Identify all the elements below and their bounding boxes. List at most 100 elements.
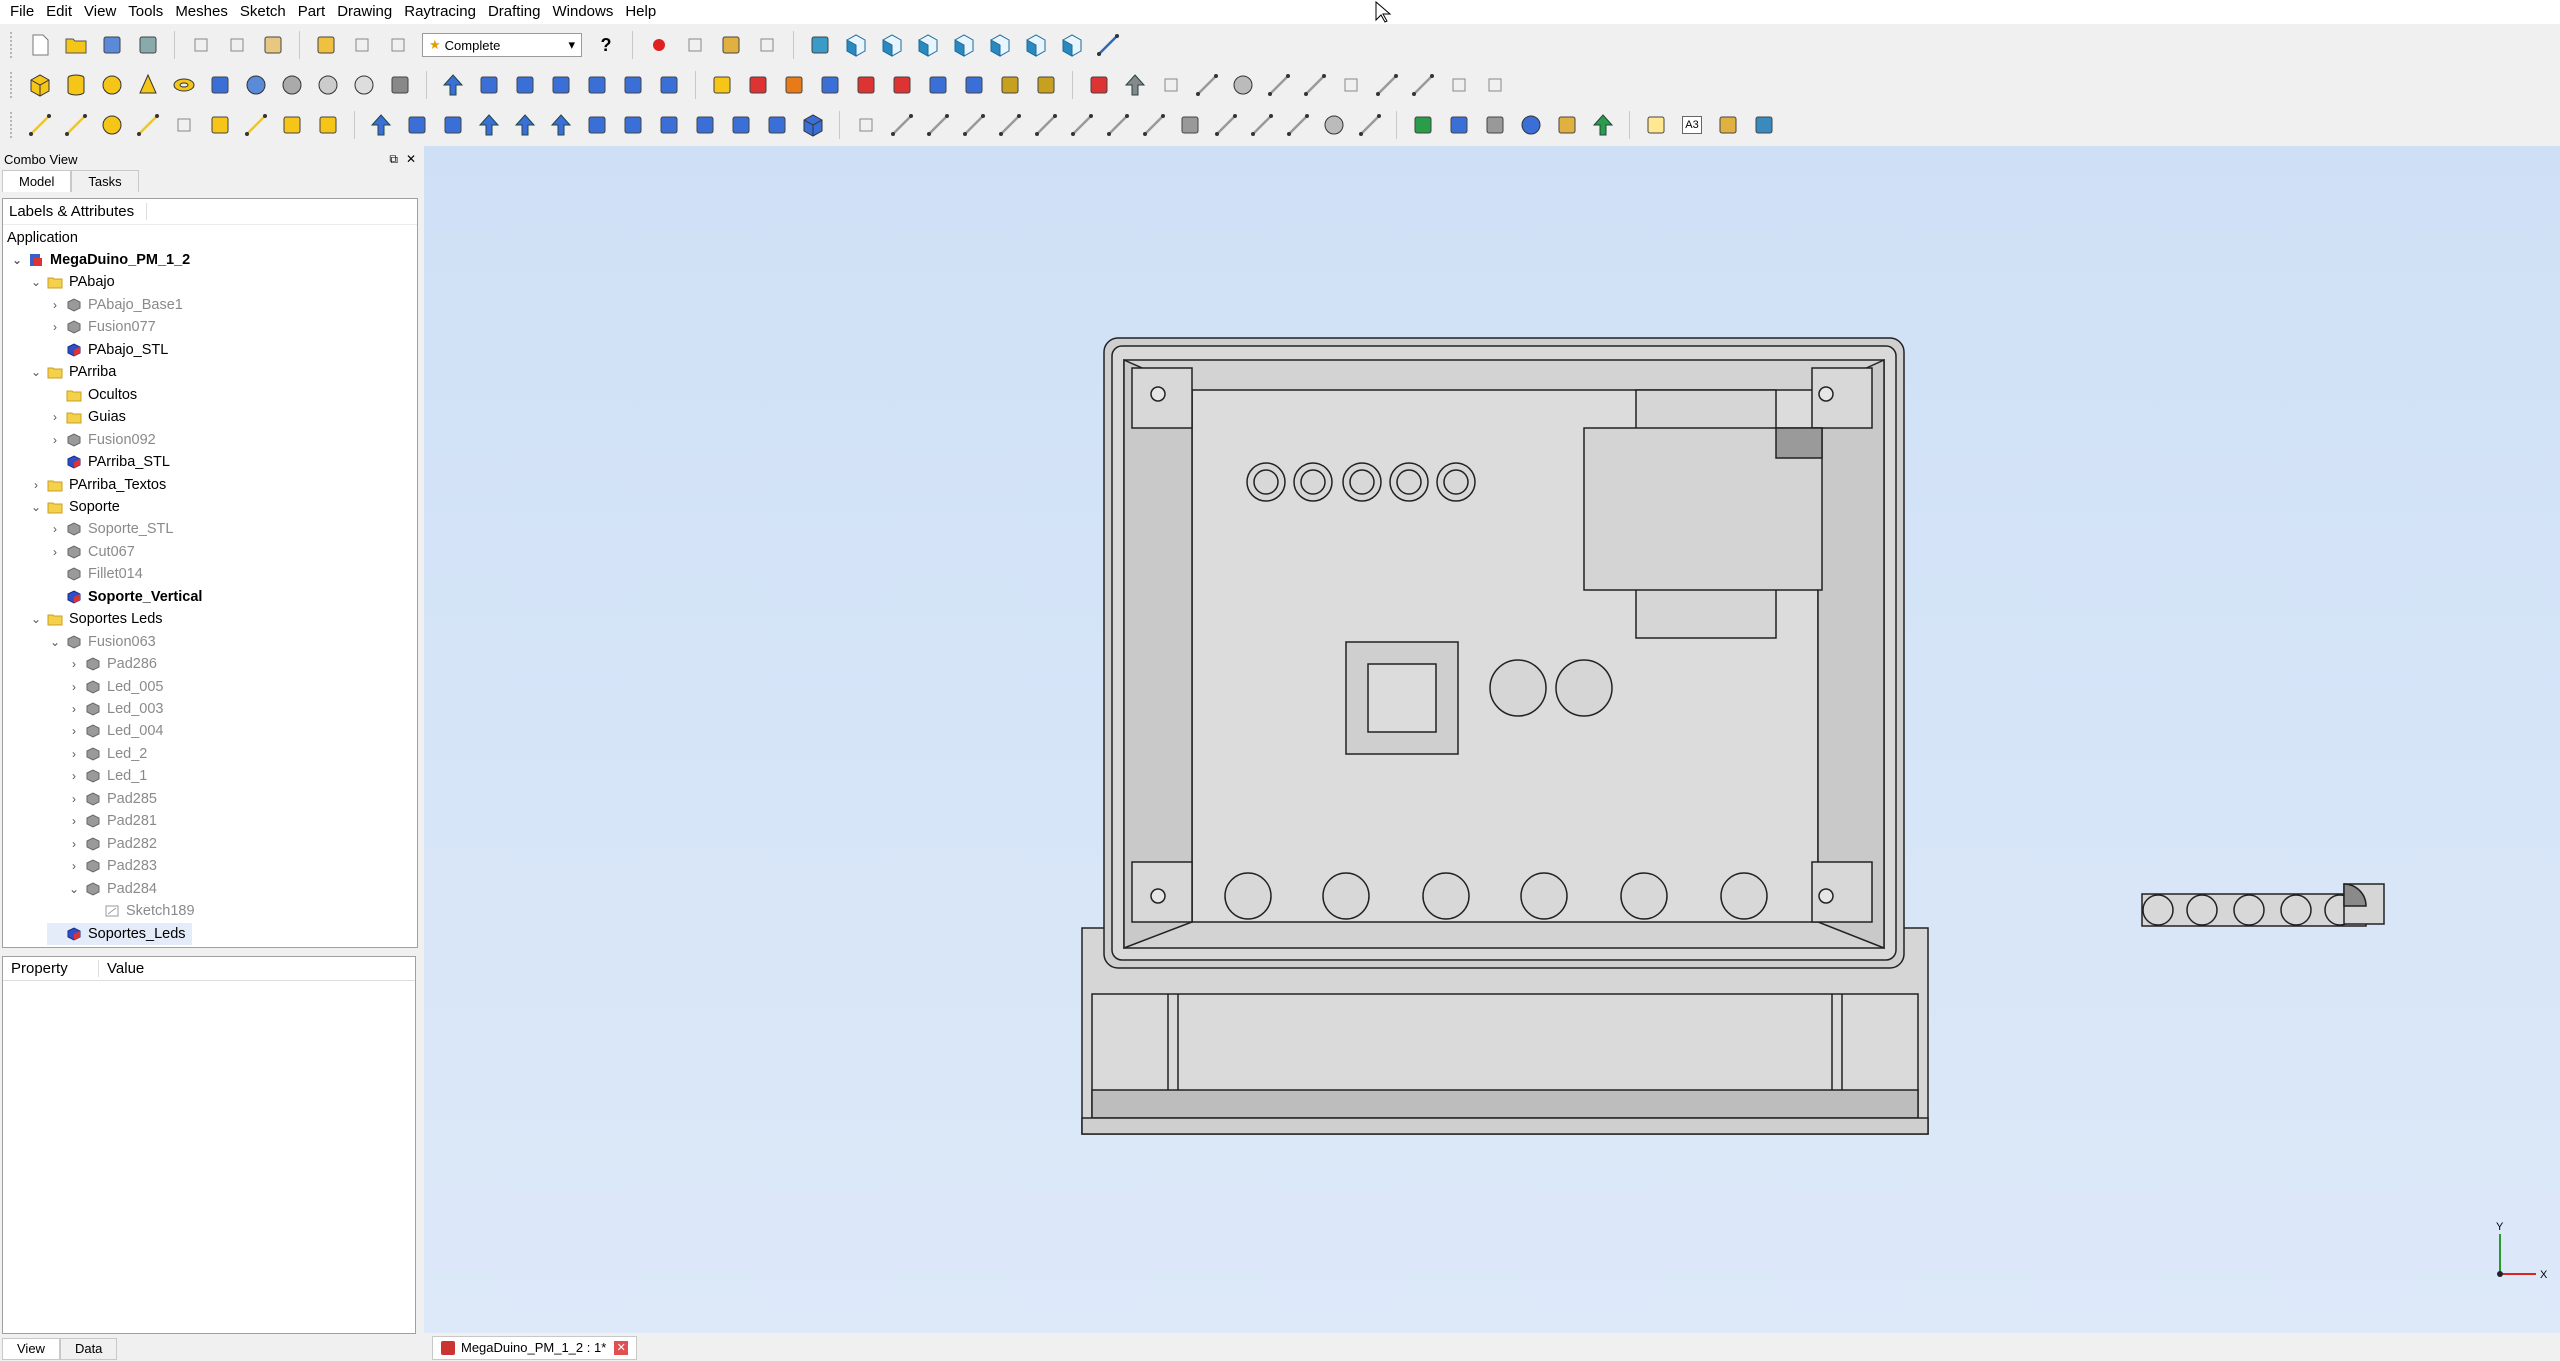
tree-item-soporte-vertical[interactable]: Soporte_Vertical [47, 586, 202, 608]
save-as-icon[interactable] [133, 30, 163, 60]
array-icon[interactable] [654, 110, 684, 140]
chevron-right-icon[interactable]: › [66, 769, 82, 783]
tree-item-led-2[interactable]: › Led_2 [66, 743, 147, 765]
point-icon[interactable] [1156, 70, 1186, 100]
constraint-radius-icon[interactable] [1283, 110, 1313, 140]
tree-item-pabajo[interactable]: ⌄ PAbajo [28, 271, 115, 293]
line-tool-icon[interactable] [1192, 70, 1222, 100]
loft-icon[interactable] [618, 70, 648, 100]
mesh-curvature-icon[interactable] [995, 70, 1025, 100]
mesh-harmonize-icon[interactable] [851, 70, 881, 100]
mesh-flip-icon[interactable] [887, 70, 917, 100]
constraint-angle-icon[interactable] [1355, 110, 1385, 140]
menu-help[interactable]: Help [619, 0, 662, 24]
bottom-view-icon[interactable] [1021, 30, 1051, 60]
chevron-right-icon[interactable]: › [66, 747, 82, 761]
split-icon[interactable] [726, 110, 756, 140]
tree-item-pad285[interactable]: › Pad285 [66, 788, 157, 810]
tree-item-pad284[interactable]: ⌄ Pad284 [66, 878, 157, 900]
tree-item-pad286[interactable]: › Pad286 [66, 653, 157, 675]
edit-macro-icon[interactable] [716, 30, 746, 60]
raytrace-povray-icon[interactable] [1408, 110, 1438, 140]
tree-item-cut067[interactable]: › Cut067 [47, 541, 135, 563]
sketch-rect-icon[interactable] [169, 110, 199, 140]
tab-tasks[interactable]: Tasks [71, 170, 139, 192]
model-tree[interactable]: Labels & Attributes Application ⌄ MegaDui… [2, 198, 418, 948]
raytrace-luxrender-icon[interactable] [1444, 110, 1474, 140]
chevron-right-icon[interactable]: › [66, 724, 82, 738]
chevron-right-icon[interactable]: › [66, 792, 82, 806]
tree-item-soportes-leds[interactable]: ⌄ Soportes Leds [28, 608, 163, 630]
chevron-right-icon[interactable]: › [66, 837, 82, 851]
record-macro-icon[interactable] [644, 30, 674, 60]
part-primitives-icon[interactable] [205, 70, 235, 100]
chevron-right-icon[interactable]: › [47, 545, 63, 559]
toolbar-handle[interactable] [10, 112, 16, 138]
rotate-icon[interactable] [402, 110, 432, 140]
whats-this-button[interactable]: ? [591, 30, 621, 60]
sweep-icon[interactable] [654, 70, 684, 100]
chevron-right-icon[interactable]: › [47, 410, 63, 424]
chevron-right-icon[interactable]: › [47, 433, 63, 447]
mesh-fill-icon[interactable] [923, 70, 953, 100]
drawing-export-icon[interactable] [1120, 70, 1150, 100]
menu-meshes[interactable]: Meshes [169, 0, 234, 24]
right-view-icon[interactable] [949, 30, 979, 60]
chevron-right-icon[interactable]: › [47, 298, 63, 312]
downgrade-icon[interactable] [546, 110, 576, 140]
circle-tool-icon[interactable] [1228, 70, 1258, 100]
stretch-icon[interactable] [474, 110, 504, 140]
menu-drafting[interactable]: Drafting [482, 0, 547, 24]
chevron-right-icon[interactable]: › [47, 320, 63, 334]
drawing-blank-icon[interactable] [1641, 110, 1671, 140]
constraint-horizontal-icon[interactable] [959, 110, 989, 140]
menu-part[interactable]: Part [292, 0, 332, 24]
tree-item-sketch189[interactable]: Sketch189 [85, 900, 195, 922]
close-tab-icon[interactable]: ✕ [614, 1340, 629, 1355]
boolean-icon[interactable] [241, 70, 271, 100]
drawing-view-icon[interactable] [1713, 110, 1743, 140]
constraint-equal-icon[interactable] [1103, 110, 1133, 140]
cut-shape-icon[interactable] [277, 70, 307, 100]
menu-view[interactable]: View [78, 0, 122, 24]
drawing-new-icon[interactable] [1084, 70, 1114, 100]
constraint-parallel-icon[interactable] [995, 110, 1025, 140]
tree-item-parriba[interactable]: ⌄ PArriba [28, 361, 116, 383]
close-icon[interactable]: ✕ [406, 152, 416, 167]
constraint-vertical-icon[interactable] [923, 110, 953, 140]
chevron-down-icon[interactable]: ⌄ [28, 612, 44, 626]
scale-icon[interactable] [582, 110, 612, 140]
top-view-icon[interactable] [913, 30, 943, 60]
mesh-import-icon[interactable] [707, 70, 737, 100]
paste-icon[interactable] [258, 30, 288, 60]
sketch-arc-icon[interactable] [133, 110, 163, 140]
chevron-down-icon[interactable]: ⌄ [28, 500, 44, 514]
sketch-line-icon[interactable] [25, 110, 55, 140]
trim-icon[interactable] [1408, 70, 1438, 100]
chevron-right-icon[interactable]: › [66, 859, 82, 873]
mesh-evaluate-icon[interactable] [959, 70, 989, 100]
chevron-right-icon[interactable]: › [66, 814, 82, 828]
menu-sketch[interactable]: Sketch [234, 0, 292, 24]
tree-item-led-1[interactable]: › Led_1 [66, 765, 147, 787]
part-cylinder-icon[interactable] [61, 70, 91, 100]
tree-item-parriba-textos[interactable]: › PArriba_Textos [28, 474, 166, 496]
chevron-right-icon[interactable]: › [47, 522, 63, 536]
tree-item-pad281[interactable]: › Pad281 [66, 810, 157, 832]
bspline-icon[interactable] [1300, 70, 1330, 100]
rear-view-icon[interactable] [985, 30, 1015, 60]
undo-icon[interactable] [311, 30, 341, 60]
tree-item-soporte-stl[interactable]: › Soporte_STL [47, 518, 173, 540]
part-torus-icon[interactable] [169, 70, 199, 100]
mesh-from-shape-icon[interactable] [779, 70, 809, 100]
constraint-vertical-distance-icon[interactable] [1247, 110, 1277, 140]
sketch-bspline-icon[interactable] [241, 110, 271, 140]
redo-icon[interactable] [347, 30, 377, 60]
constraint-distance-icon[interactable] [1211, 110, 1241, 140]
tree-item-led-005[interactable]: › Led_005 [66, 676, 163, 698]
undock-icon[interactable]: ⧉ [389, 152, 398, 167]
tab-view[interactable]: View [2, 1338, 60, 1360]
shape2d-icon[interactable] [618, 110, 648, 140]
dimension-icon[interactable] [1372, 70, 1402, 100]
chevron-down-icon[interactable]: ⌄ [9, 253, 25, 267]
